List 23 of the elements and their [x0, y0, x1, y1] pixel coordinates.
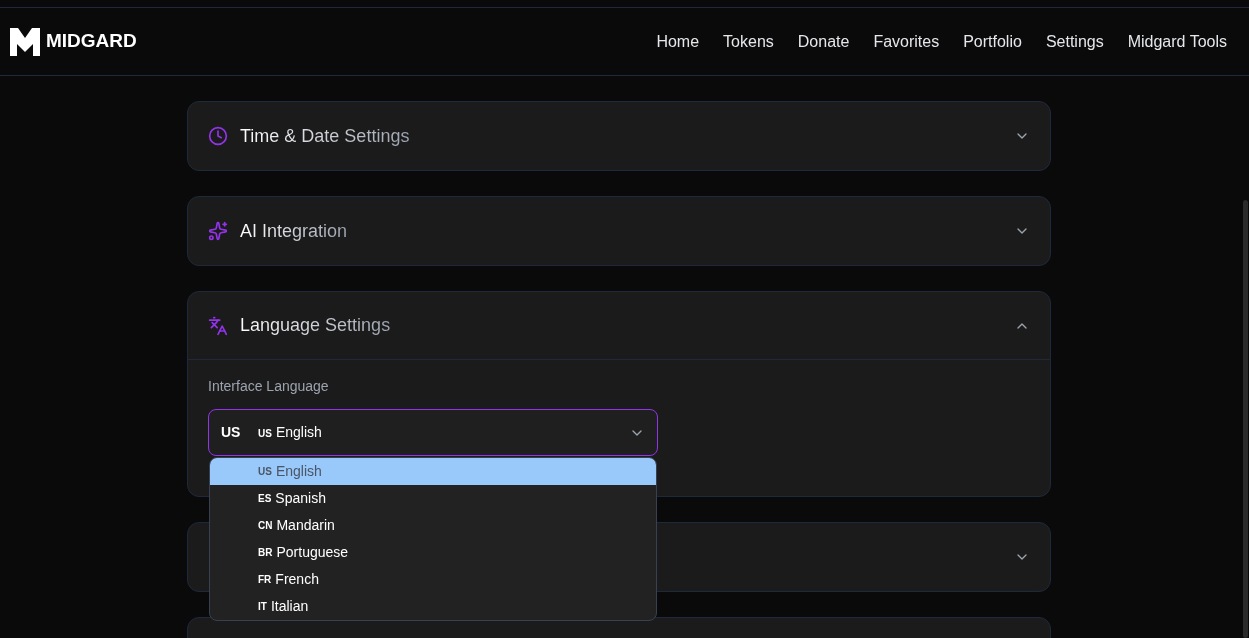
- scrollbar-thumb[interactable]: [1243, 200, 1248, 638]
- nav-link[interactable]: Home: [656, 29, 700, 54]
- sparkles-icon: [208, 221, 228, 241]
- nav-link[interactable]: Midgard Tools: [1127, 29, 1227, 54]
- nav-link[interactable]: Settings: [1045, 29, 1104, 54]
- nav-link[interactable]: Tokens: [723, 29, 774, 54]
- nav-link[interactable]: Donate: [797, 29, 850, 54]
- flag-code: US: [221, 423, 242, 442]
- nav-link[interactable]: Favorites: [873, 29, 940, 54]
- dropdown-option[interactable]: FR French: [210, 566, 656, 593]
- dropdown-option[interactable]: IT Italian: [210, 593, 656, 620]
- language-select[interactable]: US US English: [208, 409, 658, 456]
- dropdown-option[interactable]: BR Portuguese: [210, 539, 656, 566]
- translate-icon: [208, 315, 228, 336]
- field-label: Interface Language: [208, 377, 330, 396]
- clock-icon: [208, 126, 228, 146]
- selected-language: US English: [258, 423, 322, 442]
- dropdown-option[interactable]: US English: [210, 458, 656, 485]
- brand-name[interactable]: MIDGARD: [46, 27, 137, 56]
- dropdown-option[interactable]: CN Mandarin: [210, 512, 656, 539]
- logo-icon[interactable]: [10, 27, 40, 56]
- nav-link[interactable]: Portfolio: [963, 29, 1022, 54]
- dropdown-option[interactable]: ES Spanish: [210, 485, 656, 512]
